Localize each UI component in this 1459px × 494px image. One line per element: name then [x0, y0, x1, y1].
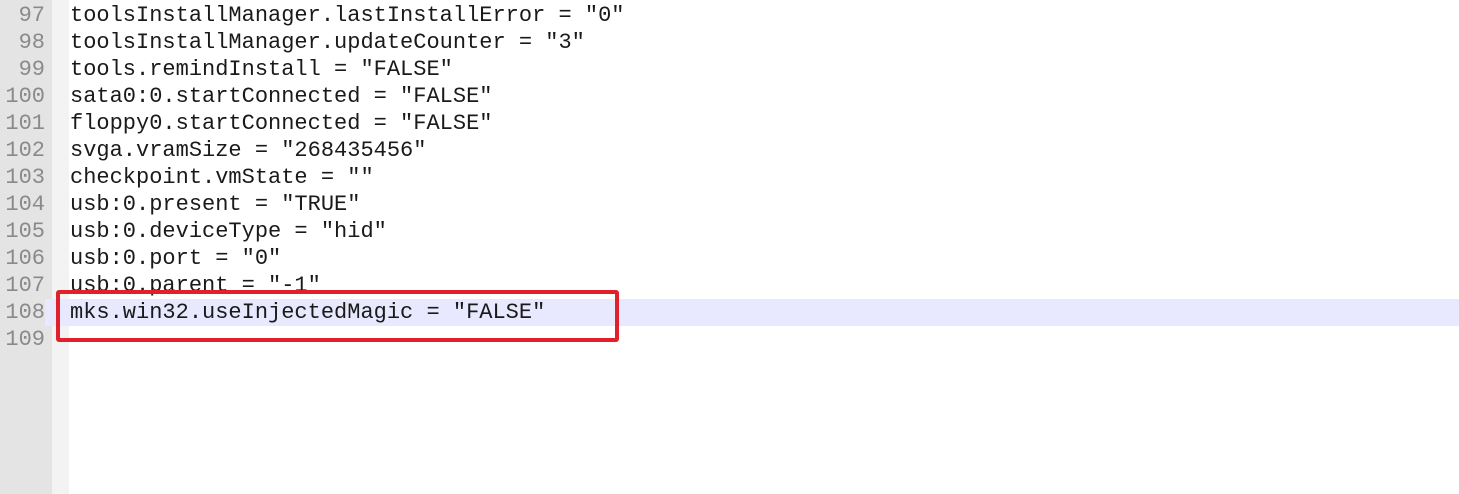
code-line[interactable]: 97 toolsInstallManager.lastInstallError …: [0, 2, 1459, 29]
line-number: 99: [18, 57, 45, 82]
line-number: 103: [5, 165, 45, 190]
line-text[interactable]: svga.vramSize = "268435456": [70, 137, 426, 164]
line-number: 107: [5, 273, 45, 298]
text-editor[interactable]: 97 toolsInstallManager.lastInstallError …: [0, 0, 1459, 494]
code-line[interactable]: 109: [0, 326, 1459, 353]
code-line[interactable]: 106 usb:0.port = "0": [0, 245, 1459, 272]
line-number: 101: [5, 111, 45, 136]
line-text[interactable]: tools.remindInstall = "FALSE": [70, 56, 453, 83]
line-number: 97: [18, 3, 45, 28]
code-lines[interactable]: 97 toolsInstallManager.lastInstallError …: [0, 2, 1459, 353]
line-text[interactable]: floppy0.startConnected = "FALSE": [70, 110, 492, 137]
line-text[interactable]: usb:0.deviceType = "hid": [70, 218, 387, 245]
line-number: 98: [18, 30, 45, 55]
line-text[interactable]: usb:0.parent = "-1": [70, 272, 321, 299]
code-line[interactable]: 104 usb:0.present = "TRUE": [0, 191, 1459, 218]
line-text[interactable]: toolsInstallManager.lastInstallError = "…: [70, 2, 625, 29]
line-number: 108: [0, 299, 45, 326]
line-number: 109: [5, 327, 45, 352]
code-line[interactable]: 98 toolsInstallManager.updateCounter = "…: [0, 29, 1459, 56]
code-line[interactable]: 102 svga.vramSize = "268435456": [0, 137, 1459, 164]
code-line[interactable]: 103 checkpoint.vmState = "": [0, 164, 1459, 191]
line-text[interactable]: usb:0.port = "0": [70, 245, 281, 272]
line-number: 100: [5, 84, 45, 109]
line-number: 102: [5, 138, 45, 163]
line-text[interactable]: usb:0.present = "TRUE": [70, 191, 360, 218]
code-line[interactable]: 101 floppy0.startConnected = "FALSE": [0, 110, 1459, 137]
code-line[interactable]: 99 tools.remindInstall = "FALSE": [0, 56, 1459, 83]
code-line[interactable]: 105 usb:0.deviceType = "hid": [0, 218, 1459, 245]
line-number: 106: [5, 246, 45, 271]
line-text[interactable]: toolsInstallManager.updateCounter = "3": [70, 29, 585, 56]
code-line[interactable]: 100 sata0:0.startConnected = "FALSE": [0, 83, 1459, 110]
line-number: 104: [5, 192, 45, 217]
line-number: 105: [5, 219, 45, 244]
line-text[interactable]: mks.win32.useInjectedMagic = "FALSE": [70, 299, 545, 326]
line-text[interactable]: checkpoint.vmState = "": [70, 164, 374, 191]
code-line[interactable]: 107 usb:0.parent = "-1": [0, 272, 1459, 299]
line-text[interactable]: sata0:0.startConnected = "FALSE": [70, 83, 492, 110]
current-code-line[interactable]: 108 mks.win32.useInjectedMagic = "FALSE": [0, 299, 1459, 326]
